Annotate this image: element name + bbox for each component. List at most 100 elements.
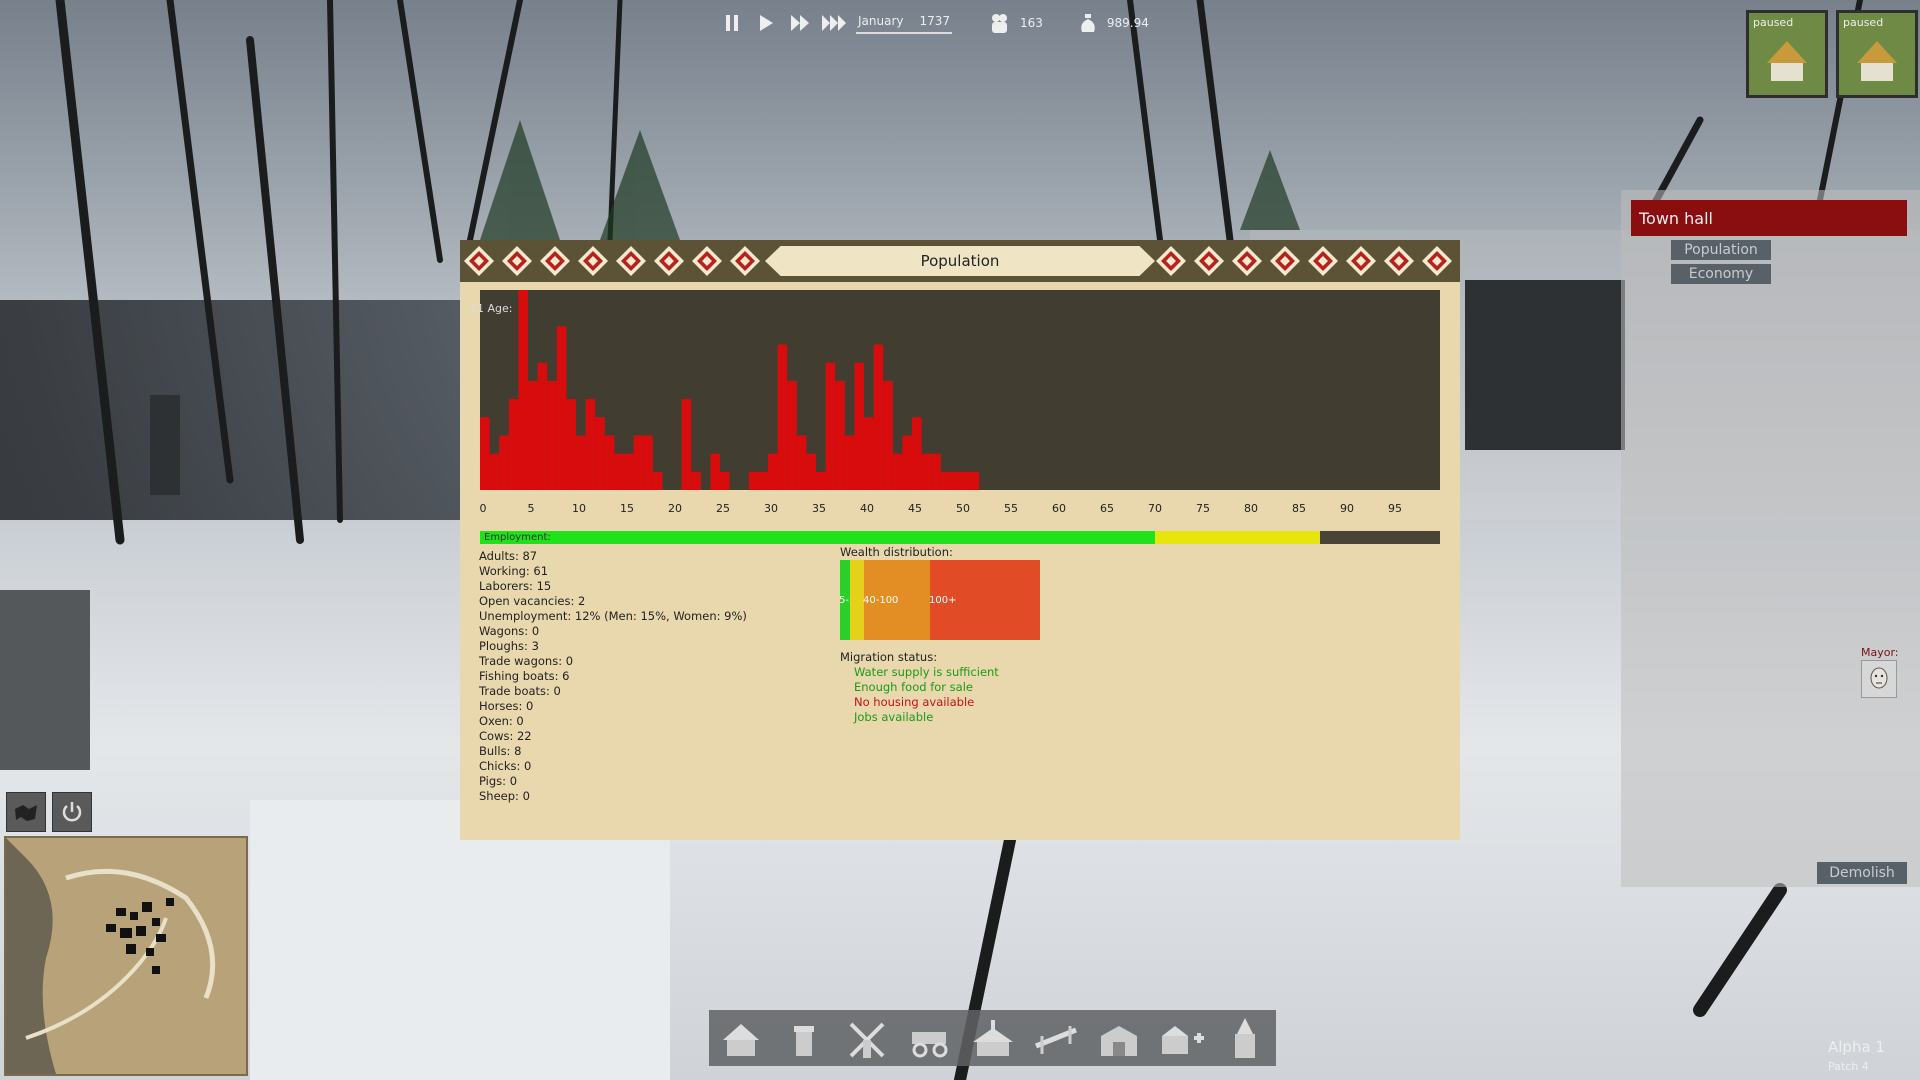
age-bar	[787, 380, 797, 490]
power-button[interactable]	[52, 792, 92, 832]
time-controls: January 1737 163 989.94	[720, 8, 1149, 38]
paused-building-thumbnail[interactable]: paused	[1746, 10, 1828, 98]
month-label: January	[858, 14, 904, 28]
age-bar	[931, 453, 941, 490]
thumbnail-status: paused	[1843, 16, 1884, 29]
map-mode-button[interactable]	[6, 792, 46, 832]
demolish-button[interactable]: Demolish	[1817, 862, 1907, 884]
patch-label: Patch 4	[1828, 1060, 1869, 1073]
ornament-diamond	[1304, 240, 1342, 282]
age-bar	[556, 326, 567, 490]
fastest-forward-button[interactable]	[822, 11, 846, 35]
stat-line: Trade wagons: 0	[479, 654, 574, 668]
minimap[interactable]	[4, 836, 248, 1076]
age-bar	[844, 435, 855, 490]
windmill-build-button[interactable]	[841, 1014, 893, 1062]
employment-bar: Employment:	[480, 531, 1440, 544]
age-bar	[633, 435, 644, 490]
ornament-diamond	[460, 240, 498, 282]
x-tick-label: 50	[956, 502, 970, 515]
age-bar	[489, 453, 500, 490]
wealth-segment-label: 100+	[929, 595, 957, 606]
age-bar	[960, 471, 970, 490]
age-bar	[825, 362, 836, 490]
church-build-button[interactable]	[967, 1014, 1019, 1062]
stat-line: Unemployment: 12% (Men: 15%, Women: 9%)	[479, 609, 747, 623]
ornament-diamond	[536, 240, 574, 282]
money-amount: 989.94	[1106, 16, 1149, 30]
age-bar	[614, 453, 624, 490]
migration-status-list: Water supply is sufficient Enough food fo…	[854, 665, 999, 725]
age-bar	[796, 435, 807, 490]
x-tick-label: 35	[812, 502, 826, 515]
workshop-build-button[interactable]	[1156, 1014, 1208, 1062]
age-bar	[912, 417, 922, 490]
mayor-portrait[interactable]	[1861, 660, 1897, 698]
age-bar	[681, 399, 692, 490]
age-bar	[576, 435, 586, 490]
population-stat: 163	[988, 12, 1043, 34]
migration-status-item: No housing available	[854, 695, 975, 709]
paused-building-thumbnail[interactable]: paused	[1836, 10, 1918, 98]
ornament-diamond	[1228, 240, 1266, 282]
year-label: 1737	[919, 14, 950, 28]
fast-forward-icon	[791, 15, 809, 31]
date-display: January 1737	[856, 10, 952, 36]
age-bar	[710, 453, 720, 490]
stat-line: Adults: 87	[479, 549, 538, 563]
chart-x-ticks: 0 5 10 15 20 25 30 35 40 45 50 55 60 65 70 75 80 85 90 95	[480, 502, 1440, 516]
wagon-icon	[911, 1032, 947, 1058]
employment-label: Employment:	[484, 532, 551, 543]
fence-build-button[interactable]	[1030, 1014, 1082, 1062]
age-bar	[508, 399, 519, 490]
map-icon	[15, 805, 37, 821]
panel-title: Town hall	[1631, 200, 1907, 236]
wealth-segment-label: 40-100	[863, 595, 899, 606]
employment-vacancy-fill	[1154, 531, 1320, 544]
age-bar	[585, 399, 596, 490]
money-bag-icon	[1081, 14, 1095, 32]
well-build-button[interactable]	[778, 1014, 830, 1062]
age-bar	[652, 471, 663, 490]
x-tick-label: 60	[1052, 502, 1066, 515]
population-count: 163	[1020, 16, 1043, 30]
ornament-diamond	[1266, 240, 1304, 282]
window-banner: Population	[460, 240, 1460, 282]
ornament-diamond	[726, 240, 764, 282]
migration-status-item: Jobs available	[854, 710, 934, 724]
age-bar	[748, 471, 759, 490]
x-tick-label: 75	[1196, 502, 1210, 515]
fast-forward-button[interactable]	[788, 11, 812, 35]
power-icon	[62, 802, 82, 822]
wagon-build-button[interactable]	[904, 1014, 956, 1062]
age-bar	[547, 380, 557, 490]
stat-line: Horses: 0	[479, 699, 534, 713]
play-button[interactable]	[754, 11, 778, 35]
tab-population[interactable]: Population	[1671, 240, 1771, 260]
stat-line: Fishing boats: 6	[479, 669, 570, 683]
barn-build-button[interactable]	[1093, 1014, 1145, 1062]
windmill-icon	[849, 1022, 884, 1058]
ornament-diamond	[498, 240, 536, 282]
pause-button[interactable]	[720, 11, 744, 35]
x-tick-label: 80	[1244, 502, 1258, 515]
date-progress-bar	[856, 32, 952, 34]
tab-economy[interactable]: Economy	[1671, 264, 1771, 284]
x-tick-label: 20	[668, 502, 682, 515]
age-bar	[528, 380, 538, 490]
ornament-diamond	[1152, 240, 1190, 282]
workshop-icon	[1161, 1026, 1204, 1054]
x-tick-label: 90	[1340, 502, 1354, 515]
age-bar	[480, 417, 490, 490]
migration-label: Migration status:	[840, 650, 938, 664]
house-build-button[interactable]	[715, 1014, 767, 1062]
house-icon	[722, 1024, 759, 1056]
age-bar	[499, 435, 509, 490]
stat-line: Oxen: 0	[479, 714, 524, 728]
age-bar	[873, 344, 884, 490]
age-bar	[604, 435, 615, 490]
x-tick-label: 70	[1148, 502, 1162, 515]
migration-status-item: Water supply is sufficient	[854, 665, 999, 679]
tower-build-button[interactable]	[1219, 1014, 1271, 1062]
pause-icon	[726, 15, 738, 31]
